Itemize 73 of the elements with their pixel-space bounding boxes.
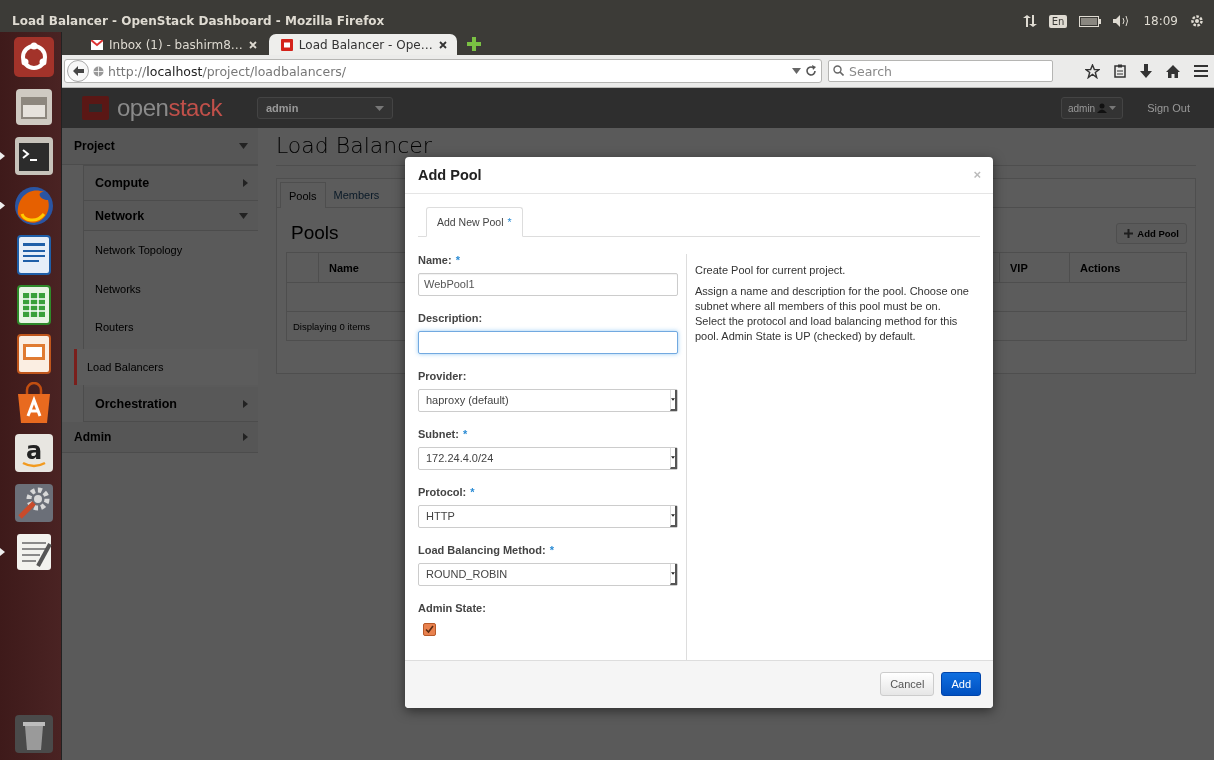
keyboard-layout-indicator[interactable]: En xyxy=(1048,14,1068,28)
caret-right-icon xyxy=(243,399,248,408)
dialog-tab[interactable]: Add New Pool * xyxy=(426,206,523,237)
home-icon[interactable] xyxy=(1166,64,1180,78)
circle-logo-icon[interactable] xyxy=(12,35,56,79)
cancel-button[interactable]: Cancel xyxy=(880,672,935,697)
dropdown-arrow-icon[interactable] xyxy=(792,68,801,74)
reload-icon[interactable] xyxy=(805,65,817,77)
plus-icon[interactable] xyxy=(466,37,481,51)
column-header[interactable]: VIP xyxy=(999,253,1069,282)
clock[interactable]: 18:09 xyxy=(1143,14,1178,28)
field-label: Provider: xyxy=(418,369,468,384)
field-label: Name: * xyxy=(418,253,461,268)
sidebar-section[interactable]: Project xyxy=(62,128,258,165)
close-icon[interactable] xyxy=(438,40,447,49)
sidebar-section[interactable]: Admin xyxy=(62,421,258,453)
gear-icon[interactable] xyxy=(1190,14,1204,28)
select-field[interactable]: 172.24.4.0/24 xyxy=(418,446,678,470)
dropdown-arrow-icon xyxy=(670,447,677,469)
dropdown-arrow-icon xyxy=(670,563,677,585)
clipboard-icon[interactable] xyxy=(1114,64,1126,78)
caret-right-icon xyxy=(243,432,248,441)
section-title: Pools xyxy=(291,222,339,244)
dialog-title: Add Pool xyxy=(418,166,482,183)
browser-tab[interactable]: Load Balancer - Ope… xyxy=(268,34,457,55)
caret-down-icon xyxy=(1109,106,1117,110)
page-tab[interactable]: Members xyxy=(325,182,388,207)
caret-down-icon xyxy=(375,105,384,111)
user-menu[interactable]: admin xyxy=(1060,97,1124,119)
menu-icon[interactable] xyxy=(1194,65,1208,77)
field-label: Subnet: * xyxy=(418,427,469,442)
add-button[interactable]: Add xyxy=(941,672,981,697)
checkbox[interactable] xyxy=(423,622,436,636)
project-select[interactable]: admin xyxy=(257,97,393,119)
trash-icon[interactable] xyxy=(12,712,56,756)
column-header[interactable]: Actions xyxy=(1069,253,1186,282)
add-pool-button[interactable]: Add Pool xyxy=(1116,222,1187,244)
text-field[interactable]: WebPool1 xyxy=(418,272,678,296)
select-field[interactable]: ROUND_ROBIN xyxy=(418,562,678,586)
field-label: Admin State: xyxy=(418,601,487,616)
sign-out-link[interactable]: Sign Out xyxy=(1147,102,1190,114)
caret-down-icon xyxy=(239,143,248,149)
caret-right-icon xyxy=(243,179,248,187)
address-bar[interactable]: http://localhost/project/loadbalancers/ xyxy=(64,59,822,83)
caret-down-icon xyxy=(239,212,248,219)
terminal-icon[interactable] xyxy=(12,134,56,178)
battery-icon[interactable] xyxy=(1079,15,1102,27)
globe-icon xyxy=(93,65,104,77)
browser-tab[interactable]: Inbox (1) - bashirm8… xyxy=(79,34,267,55)
select-field[interactable]: HTTP xyxy=(418,504,678,528)
square-logo-icon xyxy=(280,38,293,51)
search-icon xyxy=(833,65,844,76)
person-icon xyxy=(1097,103,1108,113)
star-icon[interactable] xyxy=(1085,63,1100,79)
square-logo-icon xyxy=(82,96,109,120)
field-label: Protocol: * xyxy=(418,485,476,500)
field-label: Load Balancing Method: * xyxy=(418,543,555,558)
logo-text: openstack xyxy=(117,94,222,122)
page-tab[interactable]: Pools xyxy=(280,182,326,208)
shop-icon[interactable]: a xyxy=(12,431,56,475)
download-arrow-icon[interactable] xyxy=(1140,64,1152,78)
window-title: Load Balancer - OpenStack Dashboard - Mozilla Firefox xyxy=(12,14,386,28)
select-field[interactable]: haproxy (default) xyxy=(418,388,678,412)
dropdown-arrow-icon xyxy=(670,389,677,411)
envelope-icon xyxy=(91,39,103,50)
search-field[interactable]: Search xyxy=(828,60,1053,82)
network-arrows-icon[interactable] xyxy=(1022,15,1037,27)
url-text: http://localhost/project/loadbalancers/ xyxy=(108,63,348,79)
help-text: Create Pool for current project. xyxy=(695,262,847,278)
text-field[interactable] xyxy=(418,330,678,354)
dropdown-arrow-icon xyxy=(670,505,677,527)
field-label: Description: xyxy=(418,311,484,326)
plus-icon xyxy=(1124,228,1134,238)
